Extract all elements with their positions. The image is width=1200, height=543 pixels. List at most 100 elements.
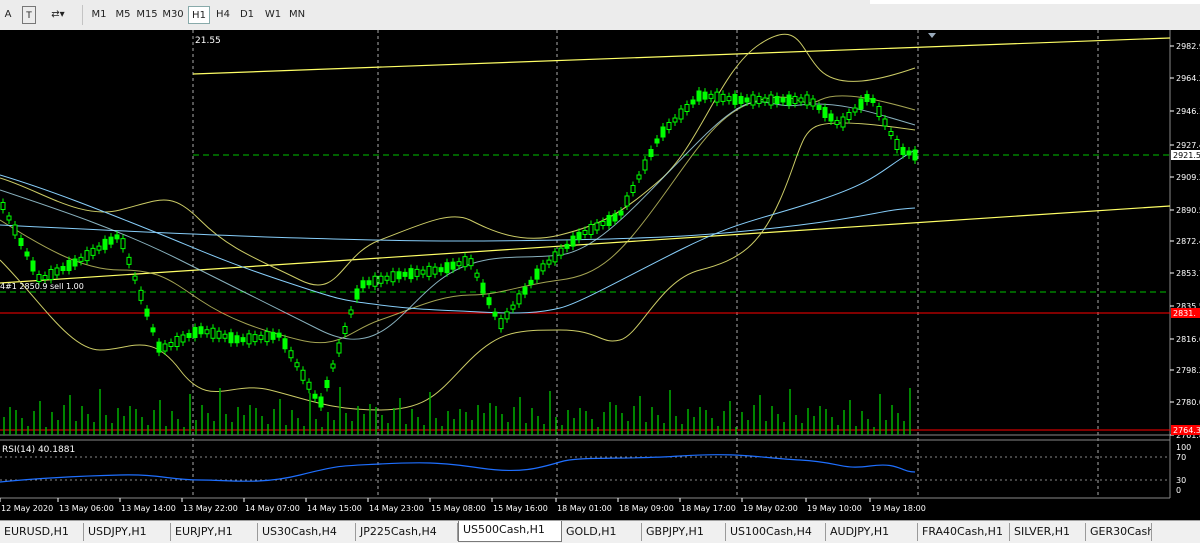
candle-body: [156, 341, 162, 353]
candle-body: [462, 256, 468, 268]
chart-toolbar: A T ⇄▾ M1 M5 M15 M30 H1 H4 D1 W1 MN: [0, 0, 1200, 31]
symbol-tab-eurjpy-h1[interactable]: EURJPY,H1: [171, 523, 258, 541]
text-tool-button[interactable]: A: [2, 6, 14, 24]
candle-body: [348, 309, 354, 315]
candle-body: [114, 234, 120, 240]
arrows-tool-button[interactable]: ⇄▾: [44, 6, 72, 24]
symbol-tab-us500cash-h1[interactable]: US500Cash,H1: [458, 521, 562, 542]
candle-body: [258, 334, 264, 340]
candle-body: [738, 96, 744, 104]
timeframe-m30-button[interactable]: M30: [162, 6, 184, 24]
time-tick-label: 19 May 18:00: [871, 504, 926, 513]
timeframe-h1-button[interactable]: H1: [188, 6, 210, 24]
candle-body: [246, 333, 252, 345]
candle-body: [672, 117, 678, 123]
candle-body: [150, 327, 156, 333]
moving-average-mid: [0, 101, 916, 340]
candle-body: [216, 330, 222, 339]
timeframe-mn-button[interactable]: MN: [286, 6, 308, 24]
candle-body: [786, 94, 792, 106]
symbol-tab-jp225cash-h4[interactable]: JP225Cash,H4: [356, 523, 458, 541]
candle-body: [798, 97, 804, 103]
timeframe-d1-button[interactable]: D1: [236, 6, 258, 24]
candle-body: [708, 93, 714, 99]
candle-body: [54, 267, 60, 276]
candle-body: [252, 334, 258, 343]
timeframe-m5-button[interactable]: M5: [112, 6, 134, 24]
candle-body: [900, 147, 906, 155]
candle-body: [504, 311, 510, 320]
candle-body: [354, 288, 360, 300]
symbol-tab-us100cash-h4[interactable]: US100Cash,H4: [726, 523, 826, 541]
price-tick-label: 2853.7: [1176, 269, 1200, 278]
candle-body: [282, 338, 288, 350]
candle-body: [534, 268, 540, 280]
trade-order-label: 4#1 2850.9 sell 1.00: [0, 282, 84, 291]
candle-body: [876, 106, 882, 117]
timeframe-m1-button[interactable]: M1: [88, 6, 110, 24]
time-tick-label: 18 May 09:00: [619, 504, 674, 513]
price-tick-label: 2798.2: [1176, 366, 1200, 375]
candle-body: [636, 174, 642, 180]
symbol-tab-silver-h1[interactable]: SILVER,H1: [1010, 523, 1086, 541]
candle-body: [240, 337, 246, 343]
candle-body: [144, 308, 150, 317]
symbol-tab-ger30cash[interactable]: GER30Cash: [1086, 523, 1152, 541]
candle-body: [852, 107, 858, 113]
timeframe-w1-button[interactable]: W1: [262, 6, 284, 24]
candle-body: [30, 260, 36, 272]
candle-body: [648, 149, 654, 157]
timeframe-h4-button[interactable]: H4: [212, 6, 234, 24]
price-tick-label: 2964.2: [1176, 74, 1200, 83]
candle-body: [564, 243, 570, 249]
candle-body: [138, 289, 144, 301]
candle-body: [858, 98, 864, 110]
bollinger-middle: [0, 95, 916, 344]
candle-body: [804, 94, 810, 106]
text-label-tool-button[interactable]: T: [22, 6, 36, 24]
candle-body: [474, 272, 480, 278]
candle-body: [36, 274, 42, 282]
candle-body: [774, 96, 780, 104]
arrows-icon: ⇄▾: [51, 9, 65, 20]
symbol-tab-audjpy-h1[interactable]: AUDJPY,H1: [826, 523, 918, 541]
bollinger-lower: [0, 122, 916, 411]
symbol-tab-gbpjpy-h1[interactable]: GBPJPY,H1: [642, 523, 726, 541]
symbol-tab-gold-h1[interactable]: GOLD,H1: [562, 523, 642, 541]
candle-body: [690, 99, 696, 105]
candle-body: [666, 122, 672, 130]
candle-body: [834, 120, 840, 125]
candle-body: [0, 202, 6, 210]
candle-body: [12, 224, 18, 236]
timeframe-m15-button[interactable]: M15: [136, 6, 158, 24]
candle-body: [318, 396, 324, 408]
current-price-label: 2921.5: [1173, 151, 1200, 160]
candle-body: [846, 112, 852, 120]
symbol-tab-eurusd-h1[interactable]: EURUSD,H1: [0, 523, 84, 541]
time-tick-label: 13 May 22:00: [183, 504, 238, 513]
candle-body: [78, 256, 84, 262]
chart-shift-marker[interactable]: [928, 33, 936, 38]
upper-trendline: [192, 37, 1171, 75]
candle-body: [630, 185, 636, 193]
candle-body: [96, 245, 102, 251]
candle-body: [864, 94, 870, 102]
price-tick-label: 2909.2: [1176, 173, 1200, 182]
toolbar-blank-area: [870, 0, 1200, 4]
candle-body: [264, 331, 270, 343]
candle-body: [24, 251, 30, 257]
toolbar-separator: [82, 5, 83, 25]
symbol-tab-us30cash-h4[interactable]: US30Cash,H4: [258, 523, 356, 541]
symbol-tab-fra40cash-h1[interactable]: FRA40Cash,H1: [918, 523, 1010, 541]
candle-body: [582, 230, 588, 235]
symbol-tab-usdjpy-h1[interactable]: USDJPY,H1: [84, 523, 171, 541]
candle-body: [18, 238, 24, 246]
time-axis: 12 May 2020 13 May 06:00 13 May 14:00 13 Ma…: [0, 498, 926, 513]
candle-body: [684, 104, 690, 112]
candle-body: [192, 327, 198, 338]
candle-body: [744, 97, 750, 103]
candle-body: [384, 275, 390, 281]
volume-bars: [3, 387, 911, 435]
candle-body: [420, 269, 426, 275]
price-chart[interactable]: 2982.9 2964.2 2946.1 2927.4 2909.2 2890.5 2872…: [0, 30, 1200, 520]
